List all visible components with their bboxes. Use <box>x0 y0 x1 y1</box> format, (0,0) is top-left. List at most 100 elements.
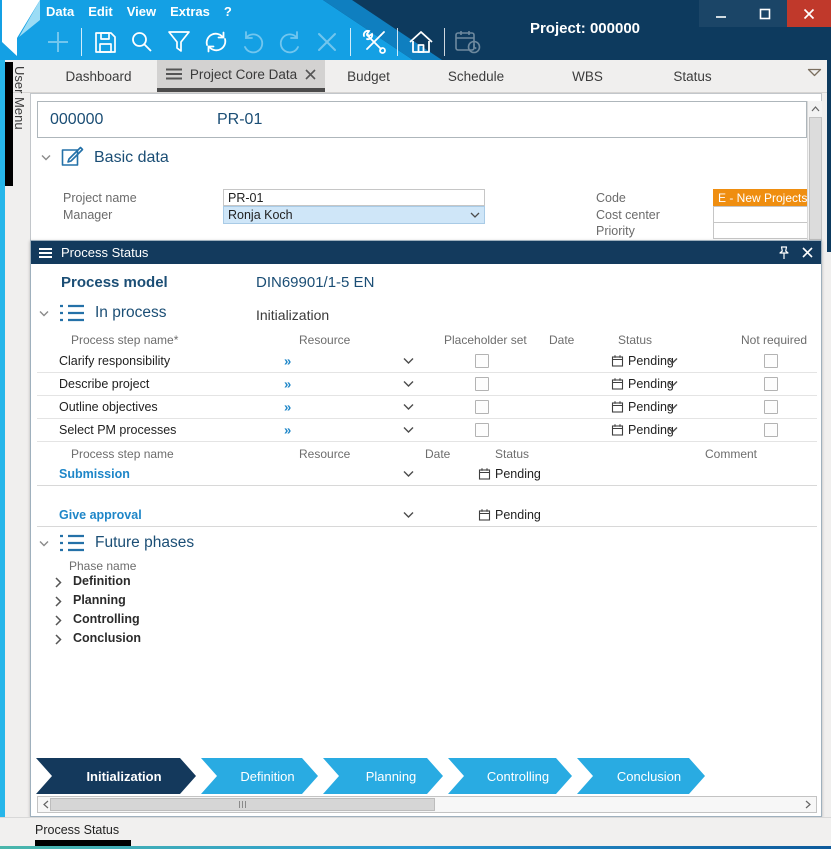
save-icon[interactable] <box>91 28 119 56</box>
process-step-name: Select PM processes <box>59 423 176 437</box>
future-phases-section-header: Future phases <box>39 533 194 553</box>
phase-flow-chevron[interactable]: Conclusion <box>577 758 705 794</box>
milestone-row: Submission Pending <box>37 463 817 486</box>
tab-status[interactable]: Status <box>635 60 750 92</box>
section-title: Future phases <box>95 534 194 552</box>
scrollbar-thumb[interactable] <box>809 117 822 240</box>
status-value: Pending <box>495 508 541 522</box>
collapse-chevron-icon[interactable] <box>41 154 51 161</box>
horizontal-scrollbar[interactable] <box>37 796 817 813</box>
resource-picker-link[interactable]: » <box>284 423 291 438</box>
project-name-input[interactable]: PR-01 <box>223 189 485 206</box>
scrollbar-thumb[interactable] <box>50 798 435 811</box>
in-process-section-header: In process <box>39 303 167 323</box>
status-dropdown-chevron-icon[interactable] <box>667 381 678 388</box>
panel-header[interactable]: Process Status <box>31 241 821 264</box>
placeholder-set-checkbox[interactable] <box>475 377 489 391</box>
list-icon <box>59 303 85 323</box>
priority-input[interactable] <box>713 222 809 239</box>
placeholder-set-checkbox[interactable] <box>475 400 489 414</box>
phase-flow-chevron[interactable]: Controlling <box>448 758 572 794</box>
tab-project-core-data[interactable]: Project Core Data <box>157 60 325 92</box>
future-phase-row[interactable]: Controlling <box>37 611 817 630</box>
scroll-right-icon[interactable] <box>800 797 816 812</box>
expand-chevron-icon[interactable] <box>55 577 62 588</box>
status-dropdown-chevron-icon[interactable] <box>667 427 678 434</box>
status-dropdown-chevron-icon[interactable] <box>667 358 678 365</box>
tools-icon[interactable] <box>360 28 388 56</box>
future-phase-row[interactable]: Definition <box>37 573 817 592</box>
tab-overflow-icon[interactable] <box>807 68 822 77</box>
tab-budget[interactable]: Budget <box>325 60 412 92</box>
project-header-box: 000000 PR-01 <box>37 101 807 138</box>
expand-chevron-icon[interactable] <box>55 634 62 645</box>
maximize-button[interactable] <box>743 0 787 27</box>
tab-dashboard[interactable]: Dashboard <box>40 60 157 92</box>
close-window-button[interactable] <box>787 0 831 27</box>
menu-item[interactable]: ? <box>224 4 232 19</box>
panel-menu-icon[interactable] <box>39 248 52 258</box>
cost-center-input[interactable] <box>713 206 809 223</box>
placeholder-set-checkbox[interactable] <box>475 354 489 368</box>
menu-item[interactable]: Extras <box>170 4 210 19</box>
phase-flow-chevron[interactable]: Initialization <box>36 758 196 794</box>
tab-menu-icon[interactable] <box>166 68 182 80</box>
not-required-checkbox[interactable] <box>764 423 778 437</box>
panel-close-icon[interactable] <box>802 247 813 258</box>
pin-icon[interactable] <box>778 246 790 260</box>
refresh-icon[interactable] <box>202 28 230 56</box>
not-required-checkbox[interactable] <box>764 354 778 368</box>
collapse-chevron-icon[interactable] <box>39 540 49 547</box>
milestone-name-link[interactable]: Submission <box>59 467 130 481</box>
vertical-scrollbar[interactable] <box>807 101 822 241</box>
bottom-tab-bar: Process Status <box>0 817 831 846</box>
milestone-name-link[interactable]: Give approval <box>59 508 142 522</box>
tab-wbs[interactable]: WBS <box>540 60 635 92</box>
phase-flow-chevron[interactable]: Definition <box>201 758 318 794</box>
bottom-tab-process-status[interactable]: Process Status <box>35 823 119 837</box>
minimize-button[interactable] <box>699 0 743 27</box>
expand-chevron-icon[interactable] <box>55 615 62 626</box>
calendar-icon <box>611 401 624 414</box>
resource-picker-link[interactable]: » <box>284 377 291 392</box>
add-icon <box>44 28 72 56</box>
expand-chevron-icon[interactable] <box>55 596 62 607</box>
not-required-checkbox[interactable] <box>764 400 778 414</box>
tab-schedule[interactable]: Schedule <box>412 60 540 92</box>
home-icon[interactable] <box>407 28 435 56</box>
edit-pencil-icon[interactable] <box>61 146 84 169</box>
section-title: In process <box>95 304 167 322</box>
menu-item[interactable]: Data <box>46 4 74 19</box>
toolbar-separator <box>350 28 351 56</box>
resource-dropdown-chevron-icon[interactable] <box>403 358 414 365</box>
sidebar-tab-user-menu[interactable]: User Menu <box>12 66 27 130</box>
phase-flow-chevron[interactable]: Planning <box>323 758 443 794</box>
tab-bar: Dashboard Project Core Data Budget Sched… <box>0 60 831 93</box>
code-badge[interactable]: E - New Projects <box>713 189 809 206</box>
collapse-chevron-icon[interactable] <box>39 310 49 317</box>
search-icon[interactable] <box>128 28 156 56</box>
status-dropdown-chevron-icon[interactable] <box>667 404 678 411</box>
future-phase-row[interactable]: Planning <box>37 592 817 611</box>
redo-icon <box>276 28 304 56</box>
tab-close-icon[interactable] <box>305 69 316 80</box>
resource-picker-link[interactable]: » <box>284 354 291 369</box>
resource-dropdown-chevron-icon[interactable] <box>403 427 414 434</box>
not-required-checkbox[interactable] <box>764 377 778 391</box>
menu-item[interactable]: View <box>127 4 156 19</box>
process-step-row: Outline objectives » Pending <box>37 396 817 419</box>
resource-dropdown-chevron-icon[interactable] <box>403 381 414 388</box>
filter-icon[interactable] <box>165 28 193 56</box>
window-title: Project: 000000 <box>495 20 675 37</box>
resource-dropdown-chevron-icon[interactable] <box>403 471 414 478</box>
manager-select[interactable]: Ronja Koch <box>223 206 485 224</box>
placeholder-set-checkbox[interactable] <box>475 423 489 437</box>
resource-picker-link[interactable]: » <box>284 400 291 415</box>
resource-dropdown-chevron-icon[interactable] <box>403 404 414 411</box>
menu-item[interactable]: Edit <box>88 4 113 19</box>
scroll-up-icon[interactable] <box>808 101 822 116</box>
field-label: Project name <box>63 191 137 205</box>
process-model-value: DIN69901/1-5 EN <box>256 274 374 291</box>
future-phase-row[interactable]: Conclusion <box>37 630 817 649</box>
resource-dropdown-chevron-icon[interactable] <box>403 512 414 519</box>
